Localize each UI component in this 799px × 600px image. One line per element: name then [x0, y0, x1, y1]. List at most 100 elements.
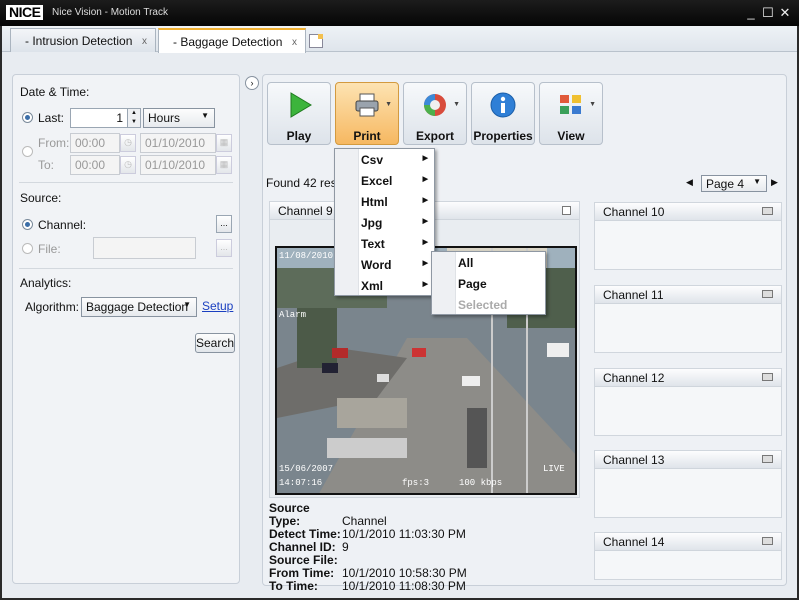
- to-time-input[interactable]: 00:00: [70, 155, 120, 175]
- play-label: Play: [286, 129, 312, 143]
- channel-browse-button[interactable]: ...: [216, 215, 232, 233]
- prev-page-button[interactable]: ◀: [686, 177, 693, 188]
- channel-card[interactable]: Channel 11: [594, 285, 782, 353]
- channel-title: Channel 12: [603, 371, 665, 385]
- from-date-input[interactable]: 01/10/2010: [140, 133, 216, 153]
- export-button[interactable]: ▼ Export: [403, 82, 467, 145]
- menu-item-jpg[interactable]: Jpg ▶: [335, 212, 434, 233]
- last-value-input[interactable]: 1: [70, 108, 128, 128]
- to-clock-icon[interactable]: ◷: [120, 156, 136, 174]
- submenu-arrow-icon: ▶: [422, 197, 428, 204]
- file-path-input[interactable]: [93, 237, 196, 259]
- bitrate-overlay: 100 kbps: [459, 478, 503, 488]
- page-value: Page 4: [706, 177, 745, 191]
- restore-icon[interactable]: [562, 206, 571, 215]
- date-time-heading: Date & Time:: [20, 85, 90, 99]
- print-menu: Csv ▶ Excel ▶ Html ▶ Jpg ▶ Text ▶ Word ▶ Xml ▶: [334, 148, 435, 296]
- submenu-item-selected: Selected: [458, 298, 508, 312]
- submenu-arrow-icon: ▶: [422, 176, 428, 183]
- close-window-button[interactable]: ✕: [778, 6, 792, 20]
- channel-title: Channel 9: [278, 204, 333, 218]
- channel-header: Channel 14: [595, 533, 781, 551]
- channel-radio[interactable]: [22, 219, 33, 230]
- channel-title: Channel 13: [603, 453, 665, 467]
- maximize-icon[interactable]: [762, 290, 773, 298]
- file-browse-button[interactable]: ...: [216, 239, 232, 257]
- from-clock-icon[interactable]: ◷: [120, 134, 136, 152]
- menu-item-text[interactable]: Text ▶: [335, 233, 434, 254]
- setup-link[interactable]: Setup: [202, 299, 233, 313]
- algorithm-select[interactable]: Baggage Detection ▼: [81, 297, 197, 317]
- last-unit-value: Hours: [148, 111, 181, 125]
- tab-baggage-detection[interactable]: - Baggage Detection x: [158, 28, 306, 53]
- menu-item-csv[interactable]: Csv ▶: [335, 149, 434, 170]
- tab-intrusion-detection[interactable]: - Intrusion Detection x: [10, 28, 156, 52]
- next-page-button[interactable]: ▶: [771, 177, 778, 188]
- toolbar: Play ▼ Print ▼ Export Properties ▼ View: [264, 76, 785, 146]
- file-label: File:: [38, 242, 61, 256]
- to-calendar-icon[interactable]: ▦: [216, 156, 232, 174]
- title-bar: NICE Nice Vision - Motion Track _ ☐ ✕: [0, 0, 799, 26]
- menu-item-html[interactable]: Html ▶: [335, 191, 434, 212]
- maximize-icon[interactable]: [762, 373, 773, 381]
- channel-card[interactable]: Channel 13: [594, 450, 782, 518]
- play-button[interactable]: Play: [267, 82, 331, 145]
- channel-card[interactable]: Channel 14: [594, 532, 782, 580]
- last-radio[interactable]: [22, 112, 33, 123]
- menu-item-word[interactable]: Word ▶: [335, 254, 434, 275]
- alarm-overlay: Alarm: [279, 310, 307, 320]
- view-button[interactable]: ▼ View: [539, 82, 603, 145]
- video-timestamp-top: 11/08/2010: [279, 251, 334, 261]
- channel-card[interactable]: Channel 10: [594, 202, 782, 270]
- tab-close-icon[interactable]: x: [142, 36, 147, 47]
- collapse-panel-button[interactable]: ›: [245, 76, 259, 90]
- menu-item-xml[interactable]: Xml ▶: [335, 275, 434, 296]
- new-tab-icon[interactable]: [309, 34, 323, 48]
- tab-close-icon[interactable]: x: [292, 37, 297, 48]
- from-time-input[interactable]: 00:00: [70, 133, 120, 153]
- view-label: View: [557, 129, 585, 143]
- page-select[interactable]: Page 4 ▼: [701, 175, 767, 192]
- last-unit-select[interactable]: Hours ▼: [143, 108, 215, 128]
- maximize-button[interactable]: ☐: [761, 6, 775, 20]
- submenu-item-all[interactable]: All: [432, 252, 545, 273]
- search-criteria-panel: Date & Time: Last: 1 ▲ ▼ Hours ▼ From: 00:…: [12, 74, 240, 584]
- export-label: Export: [415, 129, 454, 143]
- from-calendar-icon[interactable]: ▦: [216, 134, 232, 152]
- range-radio[interactable]: [22, 146, 33, 157]
- last-value-stepper[interactable]: ▲ ▼: [127, 108, 141, 128]
- channel-card[interactable]: Channel 12: [594, 368, 782, 436]
- nice-logo: NICE: [6, 5, 44, 20]
- dropdown-arrow-icon: ▼: [385, 101, 392, 108]
- maximize-icon[interactable]: [762, 207, 773, 215]
- info-icon: [490, 92, 516, 118]
- source-heading: Source:: [20, 191, 62, 205]
- channel-header: Channel 13: [595, 451, 781, 469]
- channel-header: Channel 12: [595, 369, 781, 387]
- detail-row: Source Type: Channel: [269, 501, 387, 528]
- channel-header: Channel 10: [595, 203, 781, 221]
- file-radio[interactable]: [22, 243, 33, 254]
- word-submenu: All Page Selected: [431, 251, 546, 315]
- submenu-arrow-icon: ▶: [422, 155, 428, 162]
- export-icon: [424, 94, 446, 116]
- maximize-icon[interactable]: [762, 455, 773, 463]
- channel-title: Channel 14: [603, 535, 665, 549]
- minimize-button[interactable]: _: [744, 6, 758, 20]
- channel-header: Channel 11: [595, 286, 781, 304]
- search-button[interactable]: Search: [195, 333, 235, 353]
- chevron-down-icon: ▼: [753, 177, 761, 186]
- properties-label: Properties: [473, 129, 533, 143]
- submenu-item-page[interactable]: Page: [432, 273, 545, 294]
- app-frame: - Intrusion Detection x - Baggage Detect…: [0, 26, 799, 600]
- properties-button[interactable]: Properties: [471, 82, 535, 145]
- printer-icon: [355, 93, 379, 117]
- print-button[interactable]: ▼ Print: [335, 82, 399, 145]
- last-label: Last:: [38, 111, 65, 125]
- chevron-down-icon: ▼: [201, 111, 209, 120]
- maximize-icon[interactable]: [762, 537, 773, 545]
- window-title: Nice Vision - Motion Track: [52, 7, 168, 18]
- to-date-input[interactable]: 01/10/2010: [140, 155, 216, 175]
- menu-item-excel[interactable]: Excel ▶: [335, 170, 434, 191]
- submenu-arrow-icon: ▶: [422, 239, 428, 246]
